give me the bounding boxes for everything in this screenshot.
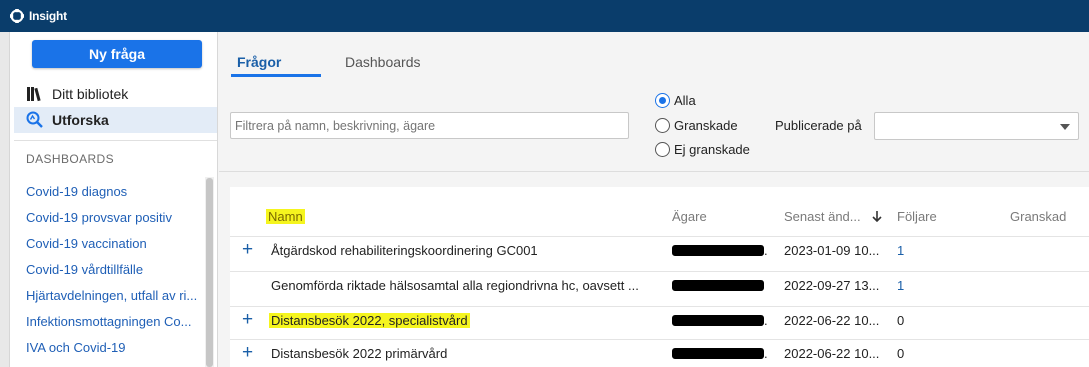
- tab-bar: Frågor Dashboards: [219, 32, 1089, 80]
- dashboard-link[interactable]: Covid-19 vårdtillfälle: [26, 262, 143, 277]
- row-name[interactable]: Distansbesök 2022, specialistvård: [269, 313, 470, 328]
- dashboard-link[interactable]: Hjärtavdelningen, utfall av ri...: [26, 288, 197, 303]
- app-logo[interactable]: Insight: [10, 9, 67, 23]
- table-row[interactable]: Genomförda riktade hälsosamtal alla regi…: [230, 271, 1089, 299]
- plus-icon[interactable]: +: [242, 343, 253, 362]
- explore-icon: [26, 111, 43, 128]
- plus-icon[interactable]: +: [242, 310, 253, 329]
- published-on-select[interactable]: [874, 112, 1079, 140]
- row-followers: 1: [897, 243, 905, 258]
- column-header-name[interactable]: Namn: [266, 209, 305, 224]
- row-followers: 0: [897, 313, 905, 328]
- sidebar-divider: [14, 140, 217, 141]
- row-name[interactable]: Åtgärdskod rehabiliteringskoordinering G…: [271, 243, 538, 258]
- row-owner-tail: .: [764, 313, 768, 328]
- row-modified: 2022-06-22 10...: [784, 313, 880, 328]
- dashboard-link[interactable]: IVA och Covid-19: [26, 340, 125, 355]
- redacted-owner: [672, 348, 764, 359]
- column-header-reviewed[interactable]: Granskad: [1010, 209, 1066, 224]
- column-header-modified[interactable]: Senast änd...: [784, 209, 882, 224]
- chevron-down-icon: [1060, 124, 1070, 130]
- column-header-owner[interactable]: Ägare: [672, 209, 707, 224]
- filter-input[interactable]: [230, 112, 629, 139]
- tab-questions[interactable]: Frågor: [237, 54, 281, 70]
- redacted-owner: [672, 280, 764, 291]
- dashboard-link[interactable]: Covid-19 vaccination: [26, 236, 147, 251]
- filter-bar: Alla Granskade Ej granskade Publicerade …: [219, 80, 1089, 172]
- table-row[interactable]: + Distansbesök 2022, specialistvård . 20…: [230, 306, 1089, 334]
- dashboard-link[interactable]: Infektionsmottagningen Co...: [26, 314, 192, 329]
- tab-dashboards[interactable]: Dashboards: [345, 54, 421, 70]
- published-on-label: Publicerade på: [775, 118, 862, 133]
- table-row[interactable]: + Distansbesök 2022 primärvård . 2022-06…: [230, 339, 1089, 367]
- sidebar-item-explore[interactable]: Utforska: [14, 107, 217, 133]
- dashboard-link[interactable]: Covid-19 diagnos: [26, 184, 127, 199]
- row-name[interactable]: Distansbesök 2022 primärvård: [271, 346, 447, 361]
- new-question-button[interactable]: Ny fråga: [32, 40, 202, 68]
- row-name[interactable]: Genomförda riktade hälsosamtal alla regi…: [271, 278, 639, 293]
- radio-label: Ej granskade: [674, 142, 750, 157]
- row-modified: 2023-01-09 10...: [784, 243, 880, 258]
- sidebar-item-label: Utforska: [52, 112, 109, 128]
- dashboard-link[interactable]: Covid-19 provsvar positiv: [26, 210, 172, 225]
- radio-selected-icon: [655, 93, 670, 108]
- column-header-followers[interactable]: Följare: [897, 209, 937, 224]
- top-bar: Insight: [0, 0, 1089, 32]
- radio-unselected-icon: [655, 118, 670, 133]
- questions-table: Namn Ägare Senast änd... Följare Granska…: [230, 187, 1089, 367]
- sidebar-item-label: Ditt bibliotek: [52, 86, 129, 102]
- arrow-down-icon: [872, 211, 882, 223]
- row-followers: 1: [897, 278, 905, 293]
- redacted-owner: [672, 245, 764, 256]
- radio-unselected-icon: [655, 142, 670, 157]
- radio-all[interactable]: Alla: [655, 93, 696, 108]
- radio-reviewed[interactable]: Granskade: [655, 118, 738, 133]
- row-owner-tail: .: [764, 243, 768, 258]
- plus-icon[interactable]: +: [242, 240, 253, 259]
- row-modified: 2022-09-27 13...: [784, 278, 880, 293]
- insight-logo-icon: [10, 9, 24, 23]
- active-tab-indicator: [231, 74, 321, 77]
- radio-label: Alla: [674, 93, 696, 108]
- redacted-owner: [672, 315, 764, 326]
- app-title: Insight: [29, 9, 67, 23]
- sidebar: Ny fråga Ditt bibliotek Utforska DASHBOA…: [0, 32, 218, 367]
- sidebar-collapse-strip[interactable]: [0, 32, 10, 367]
- row-followers: 0: [897, 346, 905, 361]
- row-modified: 2022-06-22 10...: [784, 346, 880, 361]
- radio-not-reviewed[interactable]: Ej granskade: [655, 142, 750, 157]
- row-owner-tail: .: [764, 346, 768, 361]
- sidebar-item-library[interactable]: Ditt bibliotek: [14, 81, 217, 107]
- table-row[interactable]: + Åtgärdskod rehabiliteringskoordinering…: [230, 236, 1089, 264]
- dashboards-section-title: DASHBOARDS: [26, 152, 115, 166]
- library-icon: [27, 87, 41, 102]
- radio-label: Granskade: [674, 118, 738, 133]
- sidebar-scrollbar-thumb[interactable]: [206, 178, 213, 367]
